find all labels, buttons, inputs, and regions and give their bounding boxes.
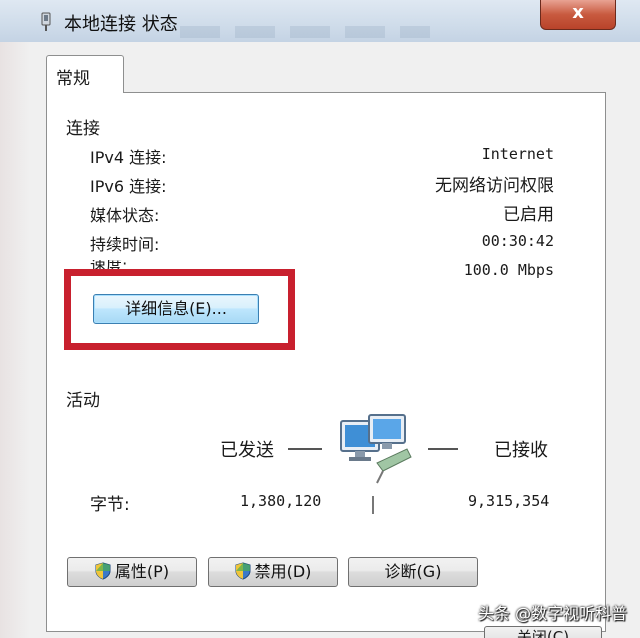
disable-label: 禁用(D) [254, 562, 312, 581]
received-label: 已接收 [494, 440, 548, 461]
uac-shield-icon [95, 562, 111, 580]
connection-group-divider [122, 124, 572, 125]
diagnose-button[interactable]: 诊断(G) [348, 557, 478, 587]
ipv4-value: Internet [481, 145, 554, 163]
duration-label: 持续时间: [90, 235, 160, 254]
network-activity-icon [340, 414, 412, 484]
cable-stem [372, 496, 374, 514]
media-state-value: 已启用 [503, 205, 554, 225]
title-bar: 本地连接 状态 x [0, 0, 640, 42]
properties-button[interactable]: 属性(P) [67, 557, 197, 587]
sent-dash [288, 448, 322, 450]
disable-button[interactable]: 禁用(D) [208, 557, 338, 587]
frame-edge [0, 42, 30, 638]
close-button[interactable]: 关闭(C) [484, 626, 602, 638]
blurred-background-text [180, 26, 430, 38]
bytes-received-value: 9,315,354 [468, 492, 550, 510]
window-title: 本地连接 状态 [64, 14, 178, 35]
speed-value: 100.0 Mbps [463, 261, 554, 279]
activity-group-divider [132, 396, 572, 397]
received-dash [428, 448, 458, 450]
bytes-label: 字节: [90, 495, 130, 515]
ipv4-label: IPv4 连接: [90, 148, 167, 167]
watermark-text: 头条 @数字视听科普 [478, 604, 628, 623]
bytes-sent-value: 1,380,120 [240, 492, 322, 510]
properties-label: 属性(P) [114, 562, 170, 581]
window-close-button[interactable]: x [540, 0, 616, 30]
duration-value: 00:30:42 [481, 232, 554, 250]
connection-group-title: 连接 [66, 119, 100, 139]
media-state-label: 媒体状态: [90, 206, 160, 225]
activity-group-title: 活动 [66, 391, 100, 411]
tab-general[interactable]: 常规 [46, 55, 124, 93]
network-adapter-icon [41, 12, 51, 31]
sent-label: 已发送 [220, 440, 274, 461]
red-highlight-box [64, 269, 295, 350]
uac-shield-icon [235, 562, 251, 580]
ipv6-label: IPv6 连接: [90, 177, 167, 196]
ipv6-value: 无网络访问权限 [435, 176, 554, 196]
